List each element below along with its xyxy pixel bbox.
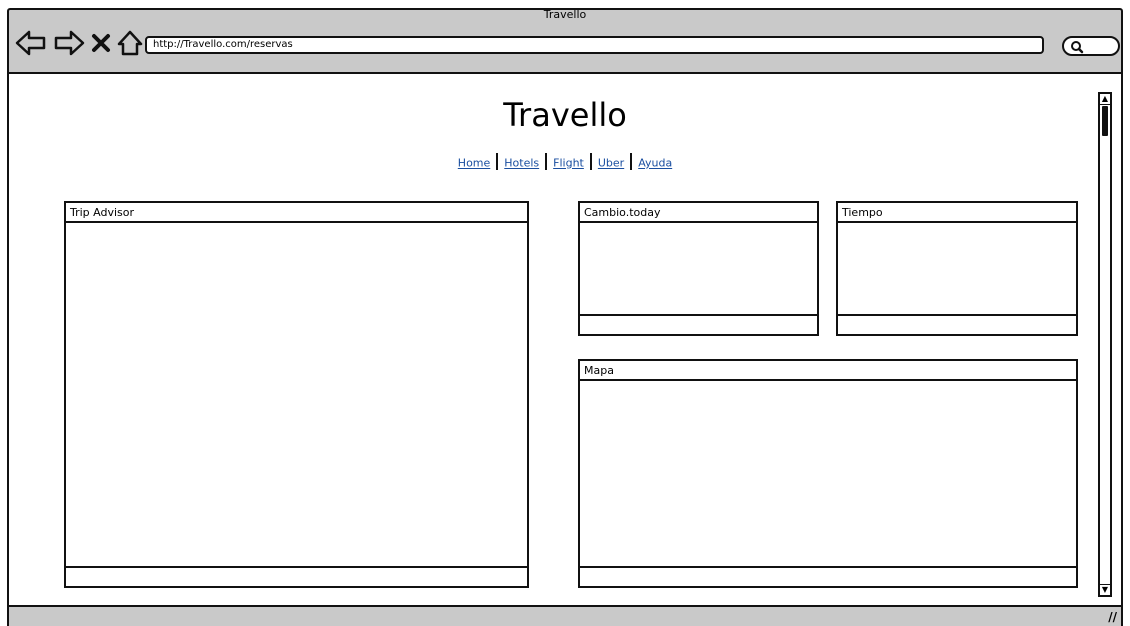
scroll-down-icon[interactable]: ▼ (1100, 584, 1110, 595)
mapa-panel: Mapa (578, 359, 1078, 588)
mapa-panel-title: Mapa (580, 361, 1076, 381)
tripadvisor-panel-footer (66, 566, 527, 586)
navigation-buttons (14, 27, 144, 59)
tripadvisor-panel: Trip Advisor (64, 201, 529, 588)
browser-window: Travello http://Travello.com/reservas ▲ … (0, 0, 1130, 626)
nav-link-ayuda[interactable]: Ayuda (638, 157, 672, 170)
nav-separator (496, 153, 499, 170)
back-icon[interactable] (14, 29, 48, 57)
nav-link-home[interactable]: Home (458, 157, 490, 170)
nav-link-hotels[interactable]: Hotels (504, 157, 539, 170)
tiempo-panel-title: Tiempo (838, 203, 1076, 223)
nav-link-flight[interactable]: Flight (553, 157, 584, 170)
tiempo-panel-footer (838, 314, 1076, 334)
nav-separator (545, 153, 548, 170)
page-title: Travello (503, 96, 627, 134)
mapa-panel-footer (580, 566, 1076, 586)
main-nav: Home Hotels Flight Uber Ayuda (0, 153, 1130, 172)
window-title: Travello (543, 8, 587, 21)
cambio-panel: Cambio.today (578, 201, 819, 336)
home-icon[interactable] (116, 29, 144, 57)
url-input[interactable]: http://Travello.com/reservas (145, 36, 1044, 54)
close-icon[interactable] (90, 29, 112, 57)
nav-separator (589, 153, 592, 170)
cambio-panel-footer (580, 314, 817, 334)
forward-icon[interactable] (52, 29, 86, 57)
nav-link-uber[interactable]: Uber (598, 157, 624, 170)
resize-icon[interactable]: // (1108, 610, 1117, 624)
nav-separator (630, 153, 633, 170)
status-bar: // (7, 605, 1123, 626)
cambio-panel-title: Cambio.today (580, 203, 817, 223)
tiempo-panel: Tiempo (836, 201, 1078, 336)
search-button[interactable] (1062, 36, 1120, 56)
tripadvisor-panel-title: Trip Advisor (66, 203, 527, 223)
